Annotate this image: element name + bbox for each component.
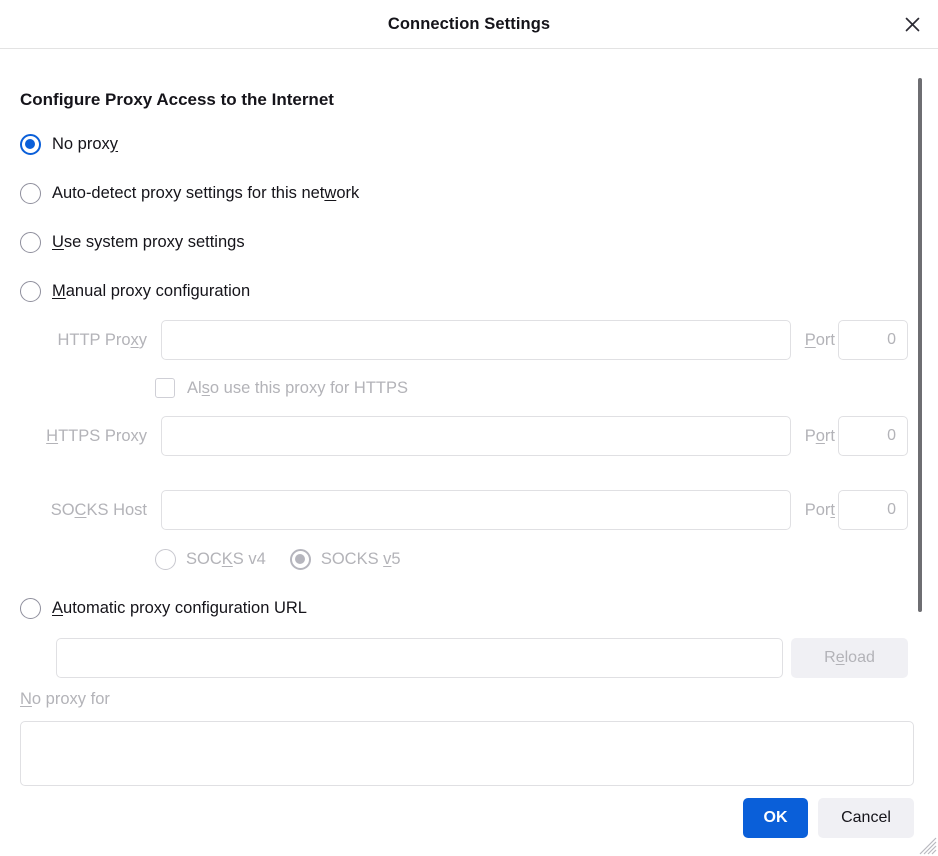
label-http-port: Port	[804, 331, 835, 349]
radio-label-manual-proxy: Manual proxy configuration	[52, 281, 251, 300]
radio-label-system-proxy: Use system proxy settings	[52, 232, 245, 251]
radio-label-socks-v4: SOCKS v4	[186, 549, 266, 568]
input-http-proxy[interactable]	[161, 320, 791, 360]
label-no-proxy-for: No proxy for	[20, 690, 110, 708]
dialog-footer: OK Cancel	[0, 710, 938, 856]
label-http-proxy: HTTP Proxy	[57, 331, 147, 349]
label-https-port: Port	[804, 427, 835, 445]
input-socks-port[interactable]: 0	[838, 490, 908, 530]
settings-scroll-area: Configure Proxy Access to the Internet N…	[0, 49, 938, 710]
input-https-proxy[interactable]	[161, 416, 791, 456]
ok-button[interactable]: OK	[743, 798, 808, 838]
field-row-http-proxy: HTTP Proxy Port 0	[0, 320, 938, 360]
resize-grip-icon[interactable]	[919, 837, 937, 855]
radio-row-auto-detect[interactable]: Auto-detect proxy settings for this netw…	[20, 180, 359, 206]
checkbox-share-https[interactable]	[155, 378, 175, 398]
radio-socks-v5[interactable]	[289, 548, 311, 570]
checkbox-row-share-https[interactable]: Also use this proxy for HTTPS	[155, 376, 408, 400]
dialog-title: Connection Settings	[387, 15, 551, 33]
label-https-proxy: HTTPS Proxy	[46, 427, 147, 445]
field-row-https-proxy: HTTPS Proxy Port 0	[0, 416, 938, 456]
radio-label-auto-detect: Auto-detect proxy settings for this netw…	[52, 183, 360, 202]
field-row-socks-host: SOCKS Host Port 0	[0, 490, 938, 530]
label-socks-host: SOCKS Host	[50, 501, 147, 519]
close-icon	[903, 15, 922, 34]
input-https-port[interactable]: 0	[838, 416, 908, 456]
field-row-pac-url: Re load	[0, 638, 938, 678]
label-socks-port: Port	[804, 501, 835, 519]
radio-row-system-proxy[interactable]: Use system proxy settings	[20, 229, 245, 255]
checkbox-label-share-https: Also use this proxy for HTTPS	[187, 378, 408, 397]
reload-button[interactable]: Re load	[791, 638, 908, 678]
radio-auto-config-url[interactable]	[20, 597, 41, 619]
radio-socks-v4[interactable]	[155, 548, 176, 570]
radio-row-manual-proxy[interactable]: Manual proxy configuration	[20, 278, 250, 304]
radio-row-no-proxy[interactable]: No proxy	[20, 131, 118, 157]
radio-system-proxy[interactable]	[20, 231, 41, 253]
page-title: Configure Proxy Access to the Internet	[20, 90, 334, 109]
input-pac-url[interactable]	[56, 638, 783, 678]
radio-label-no-proxy: No proxy	[52, 134, 119, 153]
input-socks-host[interactable]	[161, 490, 791, 530]
dialog-titlebar: Connection Settings	[0, 0, 938, 49]
close-button[interactable]	[894, 6, 930, 42]
radio-row-auto-config-url[interactable]: Automatic proxy configuration URL	[20, 595, 307, 621]
radio-label-socks-v5: SOCKS v5	[320, 549, 401, 568]
input-http-port[interactable]: 0	[838, 320, 908, 360]
socks-version-group: SOCKS v4 SOCKS v5	[155, 546, 425, 572]
radio-no-proxy[interactable]	[20, 133, 41, 155]
radio-label-auto-config-url: Automatic proxy configuration URL	[52, 598, 307, 617]
cancel-button[interactable]: Cancel	[818, 798, 914, 838]
radio-manual-proxy[interactable]	[20, 280, 41, 302]
radio-auto-detect[interactable]	[20, 182, 41, 204]
